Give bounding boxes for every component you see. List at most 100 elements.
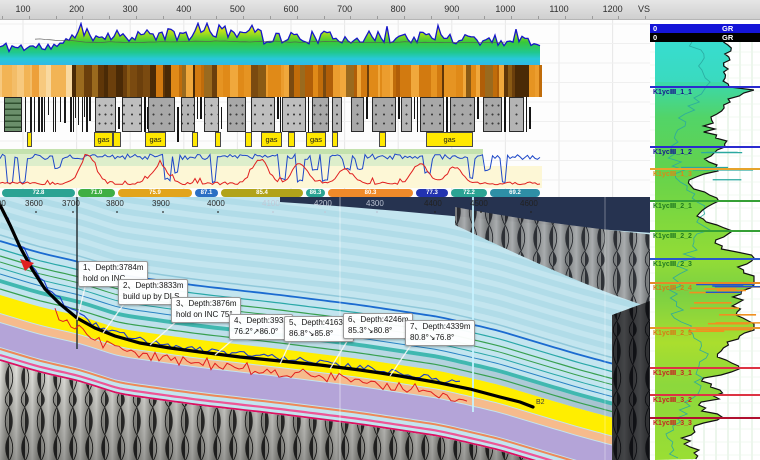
annotation-detail: 76.2°↗86.0° bbox=[234, 327, 288, 338]
interval-pill: 86.3 bbox=[306, 189, 325, 197]
seismic-section[interactable]: 3500360037003800390040004100420043004400… bbox=[0, 197, 650, 460]
gas-badge: gas bbox=[426, 132, 473, 147]
litho-thin-bar bbox=[38, 97, 40, 132]
litho-thin-bar bbox=[70, 97, 72, 132]
ruler-label-300: 300 bbox=[123, 4, 138, 14]
litho-sandstone-block bbox=[227, 97, 246, 132]
depth-ruler-label: 3800 bbox=[106, 199, 124, 208]
gr-log-track[interactable] bbox=[0, 22, 542, 65]
gas-badge-label: gas bbox=[307, 133, 325, 146]
ruler-tick bbox=[618, 16, 619, 19]
gas-badge-label: gas bbox=[262, 133, 281, 146]
annotation-detail: hold on INC 75° bbox=[176, 310, 236, 321]
formation-marker-label: K1ycⅢ_1_1 bbox=[653, 88, 692, 96]
gas-badge-small bbox=[288, 132, 295, 147]
gas-badge: gas bbox=[145, 132, 166, 147]
formation-marker-label: K1ycⅢ_1_2 bbox=[653, 148, 692, 156]
formation-marker-label: K1ycⅢ_3_1 bbox=[653, 369, 692, 377]
litho-sandstone-block bbox=[351, 97, 364, 132]
ruler-tick bbox=[645, 16, 646, 19]
litho-thin-bar bbox=[34, 97, 35, 132]
litho-thin-bar bbox=[504, 97, 506, 132]
formation-marker-label: K1ycⅢ_3_3 bbox=[653, 419, 692, 427]
gas-badge: gas bbox=[306, 132, 326, 147]
gr-min-value: 0 bbox=[653, 24, 657, 33]
ruler-tick bbox=[216, 16, 217, 19]
gr-header-row-1: 0 GR bbox=[650, 24, 760, 33]
litho-thin-bar bbox=[44, 97, 45, 132]
litho-sandstone-block bbox=[95, 97, 116, 132]
depth-ruler-label: 4400 bbox=[424, 199, 442, 208]
annotation-detail: 80.8°↘76.8° bbox=[410, 333, 470, 344]
ruler-tick bbox=[109, 16, 110, 19]
litho-thin-bar bbox=[60, 97, 61, 122]
ruler-tick bbox=[592, 16, 593, 19]
annotation-title: 4、Depth:3933 bbox=[234, 316, 288, 327]
litho-sandstone-block bbox=[420, 97, 444, 132]
ruler-label-1200: 1200 bbox=[603, 4, 623, 14]
interval-pill: 77.3 bbox=[416, 189, 448, 197]
depth-ruler-label: 3900 bbox=[152, 199, 170, 208]
litho-thin-bar bbox=[75, 97, 76, 118]
litho-thin-bar bbox=[86, 97, 88, 132]
litho-sandstone-block bbox=[251, 97, 275, 132]
ruler-tick bbox=[243, 16, 244, 19]
litho-sandstone-block bbox=[401, 97, 412, 132]
litho-sandstone-block bbox=[450, 97, 475, 132]
gas-badge: gas bbox=[94, 132, 113, 147]
interval-pill: 72.2 bbox=[451, 189, 487, 197]
type-well-gr-panel[interactable]: 0 GR 0 GR K1ycⅢ_1_1K1ycⅢ_1_2K1ycⅢ_1_3K1y… bbox=[650, 20, 760, 460]
formation-marker-label: K1ycⅢ_2_3 bbox=[653, 260, 692, 268]
litho-thin-bar bbox=[477, 97, 479, 119]
annotation-callout-6[interactable]: 6、Depth:4246m85.3°↘80.8° bbox=[343, 313, 413, 339]
inclination-interval-bar: 72.871.075.987.185.486.380.377.372.269.2 bbox=[0, 189, 542, 197]
gr-curve-name: GR bbox=[722, 33, 733, 42]
interval-pill: 71.0 bbox=[78, 189, 115, 197]
litho-thin-bar bbox=[277, 97, 279, 119]
gas-show-track[interactable]: gas gas gas gas gas bbox=[0, 132, 542, 148]
ruler-tick bbox=[538, 16, 539, 19]
ruler-tick bbox=[324, 16, 325, 19]
litho-sandstone-block bbox=[332, 97, 342, 132]
litho-thin-bar bbox=[30, 97, 32, 132]
ruler-label-400: 400 bbox=[176, 4, 191, 14]
litho-sandstone-block bbox=[181, 97, 195, 132]
ruler-label-500: 500 bbox=[230, 4, 245, 14]
annotation-title: 6、Depth:4246m bbox=[348, 315, 408, 326]
litho-thin-bar bbox=[144, 97, 146, 132]
annotation-title: 5、Depth:4163m bbox=[289, 318, 349, 329]
ruler-label-900: 900 bbox=[444, 4, 459, 14]
trajectory-end-label: B2 bbox=[536, 399, 545, 406]
gas-badge-small bbox=[192, 132, 198, 147]
annotation-callout-7[interactable]: 7、Depth:4339m80.8°↘76.8° bbox=[405, 320, 475, 346]
litho-thin-bar bbox=[53, 97, 54, 132]
well-correlation-app: VS 1002003004005006007008009001000110012… bbox=[0, 0, 760, 460]
gas-badge-small bbox=[379, 132, 386, 147]
vs-distance-ruler[interactable]: VS 1002003004005006007008009001000110012… bbox=[0, 0, 760, 20]
depth-ruler-label: 4100 bbox=[262, 199, 280, 208]
lithology-track[interactable] bbox=[0, 97, 542, 132]
ruler-tick bbox=[163, 16, 164, 19]
litho-thin-bar bbox=[82, 97, 83, 132]
interval-pill: 85.4 bbox=[221, 189, 303, 197]
litho-sandstone-block bbox=[204, 97, 219, 132]
annotation-title: 1、Depth:3784m bbox=[83, 263, 143, 274]
formation-marker-label: K1ycⅢ_2_2 bbox=[653, 232, 692, 240]
litho-thin-bar bbox=[89, 97, 91, 121]
ruler-label-1000: 1000 bbox=[495, 4, 515, 14]
ruler-tick bbox=[350, 16, 351, 19]
litho-sandstone-block bbox=[312, 97, 329, 132]
gas-badge-small bbox=[245, 132, 252, 147]
ruler-tick bbox=[458, 16, 459, 19]
litho-sandstone-block bbox=[122, 97, 142, 132]
ruler-tick bbox=[297, 16, 298, 19]
image-log-track[interactable] bbox=[0, 65, 542, 97]
gr-resistivity-track[interactable] bbox=[0, 149, 542, 188]
litho-thin-bar bbox=[366, 97, 368, 119]
ruler-tick bbox=[377, 16, 378, 19]
depth-ruler-label: 4300 bbox=[366, 199, 384, 208]
litho-thin-bar bbox=[84, 97, 85, 117]
ruler-label-1100: 1100 bbox=[549, 4, 568, 14]
gas-badge-small bbox=[215, 132, 221, 147]
depth-ruler-label: 4600 bbox=[520, 199, 538, 208]
